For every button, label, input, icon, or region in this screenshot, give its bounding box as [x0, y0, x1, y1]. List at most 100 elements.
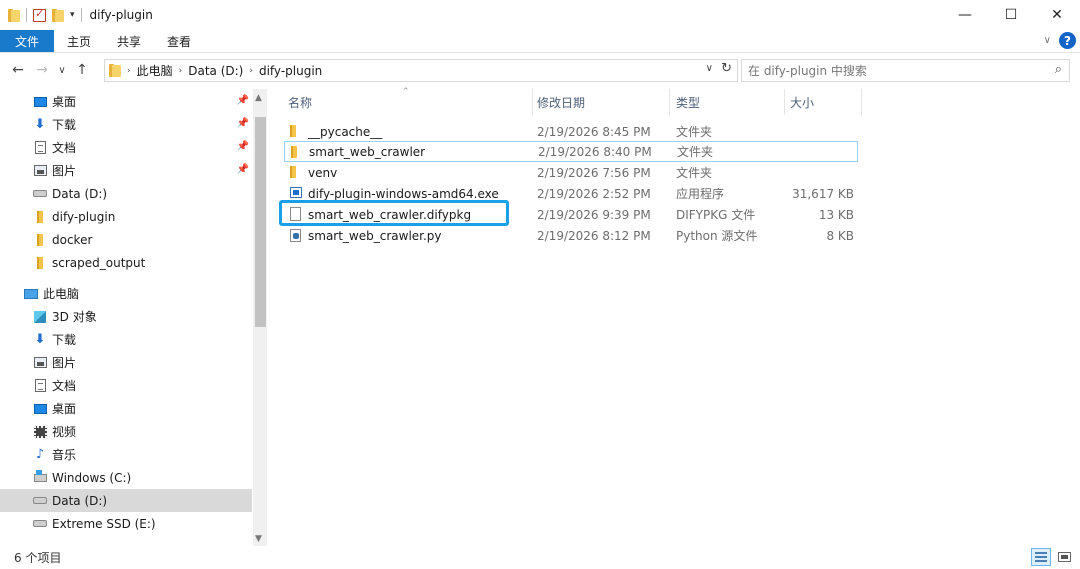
- sidebar-item-videos[interactable]: 视频: [0, 420, 252, 443]
- up-arrow-icon[interactable]: ↑: [70, 62, 94, 78]
- new-folder-icon[interactable]: [52, 8, 64, 22]
- file-size: 31,617 KB: [792, 186, 854, 201]
- file-date: 2/19/2026 8:45 PM: [537, 124, 651, 139]
- navigation-pane-scrollbar[interactable]: ▲ ▼: [253, 89, 267, 546]
- sidebar-item-3d-objects[interactable]: 3D 对象: [0, 305, 252, 328]
- breadcrumb-separator-icon[interactable]: ›: [127, 66, 131, 76]
- file-row[interactable]: venv 2/19/2026 7:56 PM 文件夹: [284, 162, 858, 183]
- sidebar-item-windows-drive[interactable]: Windows (C:): [0, 466, 252, 489]
- sidebar-item-music[interactable]: ♪ 音乐: [0, 443, 252, 466]
- title-bar: ▾ dify-plugin — ☐ ✕: [0, 0, 1080, 30]
- breadcrumb-separator-icon[interactable]: ›: [249, 66, 253, 76]
- sidebar-item-docker[interactable]: docker: [0, 228, 252, 251]
- sidebar-item-scraped-output[interactable]: scraped_output: [0, 251, 252, 274]
- document-icon: [34, 379, 46, 392]
- refresh-icon[interactable]: ↻: [721, 61, 732, 76]
- tab-share[interactable]: 共享: [104, 30, 154, 52]
- column-divider[interactable]: [669, 89, 670, 115]
- sidebar-item-this-pc[interactable]: 此电脑: [0, 282, 252, 305]
- file-type: 应用程序: [676, 187, 725, 201]
- address-bar[interactable]: › 此电脑 › Data (D:) › dify-plugin ∨ ↻: [104, 59, 738, 82]
- large-icons-view-button[interactable]: [1054, 548, 1074, 566]
- file-type: DIFYPKG 文件: [676, 208, 756, 222]
- properties-icon[interactable]: [33, 7, 46, 22]
- sidebar-item-label: 文档: [52, 379, 77, 393]
- large-icons-view-icon: [1057, 552, 1071, 562]
- column-header-name[interactable]: 名称: [288, 89, 312, 115]
- file-type: 文件夹: [676, 125, 713, 139]
- sidebar-item-label: 下载: [52, 118, 77, 132]
- back-arrow-icon[interactable]: ←: [6, 62, 30, 78]
- file-type: 文件夹: [677, 145, 714, 159]
- file-row[interactable]: __pycache__ 2/19/2026 8:45 PM 文件夹: [284, 121, 858, 142]
- details-view-button[interactable]: [1031, 548, 1051, 566]
- sidebar-item-extreme-ssd[interactable]: Extreme SSD (E:): [0, 512, 252, 535]
- sidebar-item-label: Data (D:): [52, 186, 108, 201]
- file-date: 2/19/2026 7:56 PM: [537, 165, 651, 180]
- customize-toolbar-dropdown-icon[interactable]: ▾: [70, 10, 75, 20]
- search-icon[interactable]: ⌕: [1055, 62, 1062, 77]
- file-row[interactable]: smart_web_crawler.py 2/19/2026 8:12 PM P…: [284, 225, 858, 246]
- tab-file[interactable]: 文件: [0, 30, 55, 52]
- sidebar-item-dify-plugin[interactable]: dify-plugin: [0, 205, 252, 228]
- sidebar-item-label: Windows (C:): [52, 470, 132, 485]
- breadcrumb-separator-icon[interactable]: ›: [179, 66, 183, 76]
- drive-icon: [33, 190, 47, 197]
- sidebar-item-label: 此电脑: [43, 287, 80, 301]
- breadcrumb-dify-plugin[interactable]: dify-plugin: [259, 64, 322, 78]
- toolbar-divider: [80, 8, 82, 22]
- folder-icon: [109, 64, 121, 77]
- scroll-up-icon[interactable]: ▲: [255, 93, 262, 103]
- drive-icon: [33, 497, 47, 504]
- sidebar-item-pictures[interactable]: 图片 📌: [0, 159, 252, 182]
- sidebar-item-downloads[interactable]: ⬇ 下载 📌: [0, 113, 252, 136]
- sidebar-item-label: 文档: [52, 141, 77, 155]
- computer-icon: [24, 288, 38, 299]
- file-row[interactable]: smart_web_crawler 2/19/2026 8:40 PM 文件夹: [284, 141, 858, 162]
- navigation-pane: 桌面 📌 ⬇ 下载 📌 文档 📌 图片 📌 Data (D:) dify-plu…: [0, 89, 268, 546]
- tab-view[interactable]: 查看: [154, 30, 204, 52]
- close-button[interactable]: ✕: [1034, 0, 1080, 30]
- help-icon[interactable]: ?: [1059, 32, 1076, 49]
- sidebar-item-documents[interactable]: 文档: [0, 374, 252, 397]
- python-file-icon: [290, 229, 301, 242]
- file-name: dify-plugin-windows-amd64.exe: [308, 186, 499, 201]
- sidebar-item-documents[interactable]: 文档 📌: [0, 136, 252, 159]
- scroll-down-icon[interactable]: ▼: [255, 534, 262, 544]
- folder-icon: [37, 256, 43, 269]
- breadcrumb-this-pc[interactable]: 此电脑: [137, 62, 173, 79]
- sidebar-item-desktop[interactable]: 桌面: [0, 397, 252, 420]
- sidebar-item-downloads[interactable]: ⬇ 下载: [0, 328, 252, 351]
- file-date: 2/19/2026 2:52 PM: [537, 186, 651, 201]
- column-divider[interactable]: [861, 89, 862, 115]
- forward-arrow-icon[interactable]: →: [30, 62, 54, 78]
- sidebar-item-data-drive[interactable]: Data (D:): [0, 182, 252, 205]
- maximize-button[interactable]: ☐: [988, 0, 1034, 30]
- scrollbar-thumb[interactable]: [255, 117, 266, 327]
- recent-locations-chevron-icon[interactable]: ∨: [54, 65, 70, 76]
- file-name: __pycache__: [308, 124, 383, 139]
- file-name: smart_web_crawler: [309, 144, 426, 159]
- document-icon: [34, 141, 46, 154]
- folder-icon: [290, 166, 296, 178]
- picture-icon: [33, 165, 47, 176]
- minimize-button[interactable]: —: [942, 0, 988, 30]
- sidebar-item-desktop[interactable]: 桌面 📌: [0, 90, 252, 113]
- column-divider[interactable]: [532, 89, 533, 115]
- sidebar-item-pictures[interactable]: 图片: [0, 351, 252, 374]
- file-type: 文件夹: [676, 166, 713, 180]
- column-divider[interactable]: [784, 89, 785, 115]
- tab-home[interactable]: 主页: [54, 30, 104, 52]
- column-header-type[interactable]: 类型: [676, 89, 700, 115]
- folder-icon: [290, 125, 296, 137]
- pin-icon: 📌: [236, 164, 249, 175]
- breadcrumb-data-drive[interactable]: Data (D:): [188, 64, 243, 78]
- column-header-date[interactable]: 修改日期: [537, 89, 585, 115]
- window-title: dify-plugin: [89, 8, 153, 22]
- address-dropdown-icon[interactable]: ∨: [706, 63, 713, 74]
- column-header-size[interactable]: 大小: [790, 89, 814, 115]
- sidebar-item-data-drive[interactable]: Data (D:): [0, 489, 252, 512]
- search-input[interactable]: 在 dify-plugin 中搜索 ⌕: [741, 59, 1070, 82]
- windows-drive-icon: [33, 469, 47, 482]
- expand-ribbon-chevron-icon[interactable]: ∨: [1044, 35, 1051, 46]
